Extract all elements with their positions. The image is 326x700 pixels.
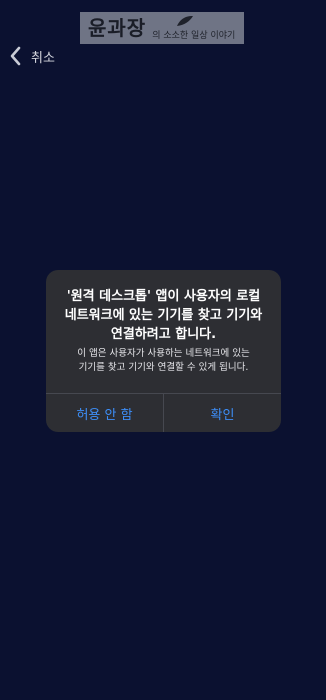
- permission-alert-dialog: '원격 데스크톱' 앱이 사용자의 로컬 네트워크에 있는 기기를 찾고 기기와…: [46, 270, 281, 432]
- confirm-button[interactable]: 확인: [163, 394, 281, 432]
- cancel-button[interactable]: 취소: [8, 44, 55, 68]
- watermark-title: 윤과장: [88, 16, 147, 40]
- cancel-label: 취소: [31, 50, 55, 66]
- watermark-subtitle: 의 소소한 일상 이야기: [152, 30, 236, 41]
- leaf-icon: [177, 16, 193, 26]
- chevron-left-icon: [10, 46, 21, 66]
- alert-title: '원격 데스크톱' 앱이 사용자의 로컬 네트워크에 있는 기기를 찾고 기기와…: [64, 289, 263, 342]
- watermark-logo: 윤과장 의 소소한 일상 이야기: [80, 12, 244, 44]
- alert-message: 이 앱은 사용자가 사용하는 네트워크에 있는 기기를 찾고 기기와 연결할 수…: [77, 348, 250, 373]
- deny-button[interactable]: 허용 안 함: [46, 394, 163, 432]
- alert-body: '원격 데스크톱' 앱이 사용자의 로컬 네트워크에 있는 기기를 찾고 기기와…: [46, 270, 281, 393]
- alert-actions: 허용 안 함 확인: [46, 393, 281, 432]
